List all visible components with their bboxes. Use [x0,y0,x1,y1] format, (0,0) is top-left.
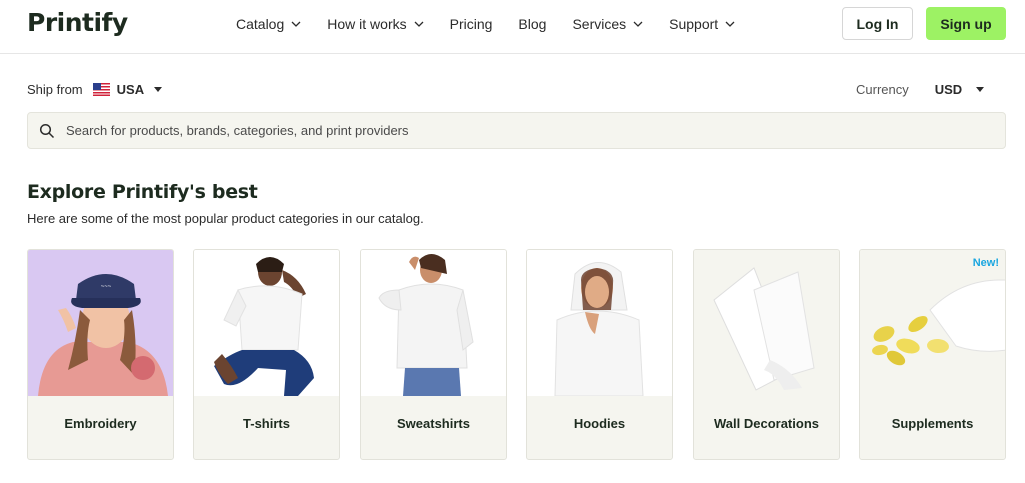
nav-pricing-label: Pricing [449,16,493,32]
nav-blog[interactable]: Blog [518,16,546,32]
nav-services-label: Services [572,16,627,32]
category-label: T-shirts [243,416,290,431]
nav-support-label: Support [669,16,719,32]
category-label: Sweatshirts [397,416,470,431]
category-label: Supplements [891,416,974,431]
nav-pricing[interactable]: Pricing [450,16,493,32]
category-card-embroidery[interactable]: ~~~ Embroidery [27,249,174,460]
category-label: Hoodies [573,416,626,431]
chevron-down-icon [291,19,301,29]
category-card-hoodies[interactable]: Hoodies [526,249,673,460]
wall-decorations-image [694,250,839,396]
nav-catalog-label: Catalog [236,16,285,32]
printify-logo[interactable]: Printify [27,8,128,37]
section-title: Explore Printify's best [27,181,258,203]
svg-text:~~~: ~~~ [101,284,112,290]
nav-support[interactable]: Support [669,16,735,32]
supplements-image [860,250,1005,396]
nav-how-it-works-label: How it works [327,16,407,32]
site-header: Printify Catalog How it works Pricing Bl… [0,0,1025,54]
category-card-t-shirts[interactable]: T-shirts [193,249,340,460]
ship-from-label: Ship from [27,81,83,97]
category-card-wall-decorations[interactable]: Wall Decorations [693,249,840,460]
category-label: Embroidery [64,416,137,431]
currency-selector[interactable]: Currency USD [856,79,985,99]
category-label: Wall Decorations [714,416,819,431]
hoodies-image [527,250,672,396]
currency-label: Currency [856,81,909,97]
t-shirts-image [194,250,339,396]
search-bar[interactable] [27,112,1006,149]
caret-down-icon [976,86,985,92]
nav-catalog[interactable]: Catalog [236,16,301,32]
caret-down-icon [154,86,163,92]
section-subtitle: Here are some of the most popular produc… [27,211,424,226]
nav-how-it-works[interactable]: How it works [327,16,424,32]
search-input[interactable] [66,123,966,138]
embroidery-image: ~~~ [28,250,173,396]
chevron-down-icon [414,19,424,29]
chevron-down-icon [633,19,643,29]
ship-from-selector[interactable]: Ship from USA [27,79,163,99]
new-badge: New! [972,257,999,269]
category-card-sweatshirts[interactable]: Sweatshirts [360,249,507,460]
chevron-down-icon [725,19,735,29]
sweatshirts-image [361,250,506,396]
nav-services[interactable]: Services [572,16,643,32]
signup-button[interactable]: Sign up [926,7,1006,40]
category-card-supplements[interactable]: New! Supplements [859,249,1006,460]
nav-blog-label: Blog [518,16,547,32]
currency-value: USD [934,81,963,97]
login-button[interactable]: Log In [842,7,913,40]
us-flag-icon [92,82,110,96]
main-nav: Catalog How it works Pricing Blog Servic… [236,0,761,48]
ship-from-value: USA [116,81,145,97]
search-icon [39,123,55,139]
